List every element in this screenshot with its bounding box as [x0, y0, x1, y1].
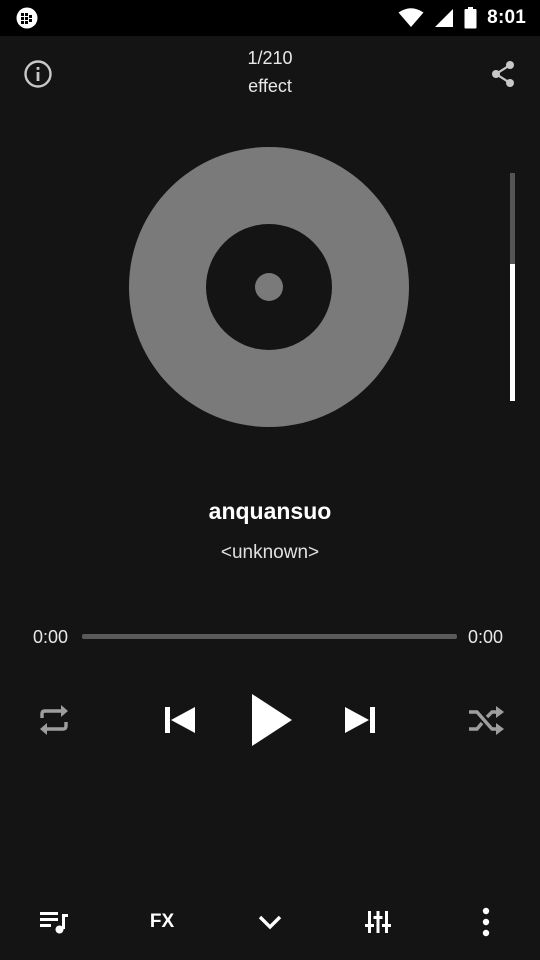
vinyl-disc-icon[interactable]: [129, 147, 409, 427]
volume-level: [510, 264, 515, 401]
playlist-name[interactable]: effect: [170, 76, 370, 97]
info-icon[interactable]: [22, 58, 54, 90]
chevron-down-icon: [258, 915, 282, 930]
status-time: 8:01: [487, 7, 526, 28]
more-vertical-icon: [482, 907, 490, 937]
app-notification-icon: [16, 7, 38, 29]
music-player-screen: 8:01 1/210 effect anquansuo <unknown> 0:…: [0, 0, 540, 960]
track-title: anquansuo: [208, 498, 332, 524]
status-bar: 8:01: [0, 0, 540, 36]
track-artist: <unknown>: [220, 542, 320, 563]
play-icon[interactable]: [246, 690, 296, 750]
total-time: 0:00: [468, 627, 504, 647]
queue-music-icon: [40, 912, 68, 934]
repeat-icon[interactable]: [34, 702, 74, 738]
track-counter: 1/210: [247, 48, 293, 68]
battery-icon: [464, 7, 477, 29]
skip-previous-icon[interactable]: [161, 702, 199, 738]
status-icons: 8:01: [398, 0, 526, 36]
signal-icon: [435, 9, 454, 27]
equalizer-button[interactable]: [358, 902, 398, 942]
seek-bar[interactable]: [82, 634, 457, 639]
equalizer-icon: [365, 911, 391, 933]
queue-button[interactable]: [34, 902, 74, 942]
wifi-icon: [398, 8, 424, 27]
skip-next-icon[interactable]: [341, 702, 379, 738]
shuffle-icon[interactable]: [466, 702, 506, 738]
share-icon[interactable]: [488, 58, 518, 90]
elapsed-time: 0:00: [33, 627, 69, 647]
volume-slider[interactable]: [510, 173, 515, 401]
collapse-button[interactable]: [250, 902, 290, 942]
more-options-button[interactable]: [466, 902, 506, 942]
fx-button[interactable]: FX: [140, 902, 184, 942]
